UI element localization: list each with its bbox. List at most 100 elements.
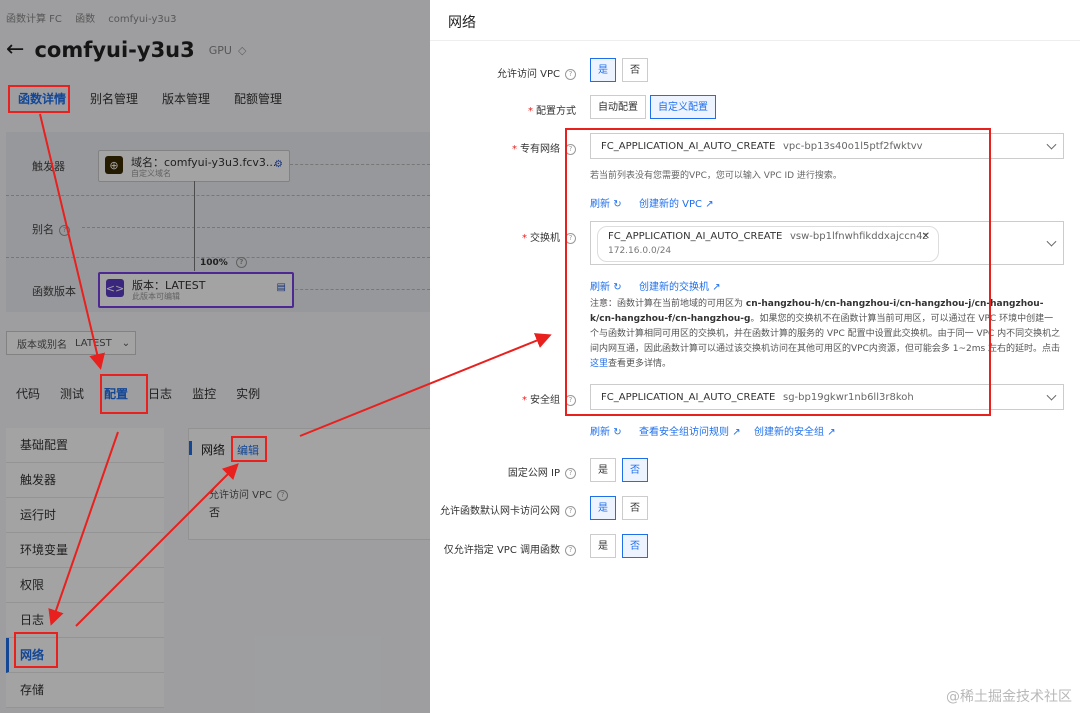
- vswitch-cidr: 172.16.0.0/24: [608, 246, 672, 256]
- tab-version-management[interactable]: 版本管理: [150, 84, 222, 114]
- vswitch-refresh-link[interactable]: 刷新 ↻: [590, 278, 622, 293]
- help-icon: ?: [565, 232, 576, 244]
- code-icon: <>: [106, 279, 124, 297]
- create-sg-link[interactable]: 创建新的安全组 ↗: [754, 423, 836, 438]
- back-arrow-icon[interactable]: ←: [6, 39, 24, 61]
- version-label: 函数版本: [32, 285, 76, 298]
- version-node[interactable]: <> 版本：LATEST 此版本可编辑 ▤: [98, 272, 294, 308]
- auto-config-button[interactable]: 自动配置: [590, 95, 646, 119]
- default-nic-yes-button[interactable]: 是: [590, 496, 616, 520]
- trigger-label: 触发器: [32, 160, 65, 173]
- custom-config-button[interactable]: 自定义配置: [650, 95, 716, 119]
- settings-icon[interactable]: ⚙: [274, 159, 283, 170]
- function-tabs: 函数详情 别名管理 版本管理 配额管理: [6, 84, 294, 114]
- tab-alias-management[interactable]: 别名管理: [78, 84, 150, 114]
- fixed-ip-label: 固定公网 IP?: [440, 464, 576, 479]
- refresh-icon: ↻: [613, 199, 622, 210]
- allow-vpc-yes-button[interactable]: 是: [590, 58, 616, 82]
- divider: [430, 40, 1080, 41]
- security-group-id: sg-bp19gkwr1nb6ll3r8koh: [783, 392, 914, 403]
- tab-quota-management[interactable]: 配额管理: [222, 84, 294, 114]
- page-title: comfyui-y3u3: [34, 38, 195, 62]
- divider: [290, 164, 430, 165]
- edit-link[interactable]: 编辑: [237, 442, 259, 458]
- divider: [290, 289, 430, 290]
- tab-function-details[interactable]: 函数详情: [6, 84, 78, 114]
- config-tabs: 代码 测试 配置 日志 监控 实例: [6, 380, 270, 408]
- fixed-ip-yes-button[interactable]: 是: [590, 458, 616, 482]
- breadcrumb-item[interactable]: 函数: [75, 14, 95, 25]
- create-vswitch-link[interactable]: 创建新的交换机 ↗: [639, 278, 721, 293]
- menu-item-runtime[interactable]: 运行时: [6, 498, 164, 533]
- drawer-title: 网络: [448, 15, 476, 31]
- tag-icon[interactable]: ◇: [238, 44, 246, 57]
- note-here-link[interactable]: 这里: [590, 359, 608, 369]
- vswitch-select[interactable]: FC_APPLICATION_AI_AUTO_CREATE vsw-bp1lfn…: [590, 221, 1064, 265]
- external-link-icon: ↗: [827, 427, 836, 438]
- security-group-name: FC_APPLICATION_AI_AUTO_CREATE: [601, 392, 776, 403]
- menu-item-network[interactable]: 网络: [6, 638, 164, 673]
- security-group-select[interactable]: FC_APPLICATION_AI_AUTO_CREATE sg-bp19gkw…: [590, 384, 1064, 410]
- vpc-refresh-link[interactable]: 刷新 ↻: [590, 195, 622, 210]
- divider: [82, 227, 430, 228]
- menu-item-env[interactable]: 环境变量: [6, 533, 164, 568]
- create-vpc-link[interactable]: 创建新的 VPC ↗: [639, 195, 714, 210]
- security-group-refresh-link[interactable]: 刷新 ↻: [590, 423, 622, 438]
- menu-item-basic[interactable]: 基础配置: [6, 428, 164, 463]
- gpu-tag: GPU: [208, 43, 232, 57]
- network-card-field-value: 否: [209, 506, 220, 519]
- allow-vpc-no-button[interactable]: 否: [622, 58, 648, 82]
- console-background: 函数计算 FC 函数 comfyui-y3u3 ← comfyui-y3u3 G…: [0, 0, 430, 713]
- refresh-icon: ↻: [613, 282, 622, 293]
- external-link-icon: ↗: [705, 199, 714, 210]
- help-icon: ?: [277, 489, 289, 501]
- tab-monitor[interactable]: 监控: [182, 380, 226, 408]
- card-accent: [189, 441, 192, 455]
- vpc-id: vpc-bp13s40o1l5ptf2fwktvv: [783, 141, 923, 152]
- divider: [6, 195, 430, 196]
- vpc-only-yes-button[interactable]: 是: [590, 534, 616, 558]
- vswitch-chip: FC_APPLICATION_AI_AUTO_CREATE vsw-bp1lfn…: [597, 226, 939, 262]
- vpc-select[interactable]: FC_APPLICATION_AI_AUTO_CREATE vpc-bp13s4…: [590, 133, 1064, 159]
- vswitch-name: FC_APPLICATION_AI_AUTO_CREATE: [608, 231, 783, 242]
- breadcrumb-item[interactable]: 函数计算 FC: [6, 14, 62, 25]
- connector-line: [194, 181, 195, 271]
- traffic-percent: 100% ?: [200, 257, 247, 268]
- allow-vpc-label: 允许访问 VPC?: [440, 65, 576, 80]
- network-drawer: 网络 允许访问 VPC? 是 否 * 配置方式 自动配置 自定义配置 * 专有网络?…: [430, 0, 1080, 713]
- breadcrumb-item: comfyui-y3u3: [108, 14, 177, 25]
- topology-panel: 触发器 别名? 函数版本 ⊕ 域名：comfyui-y3u3.fcv3... 自…: [6, 132, 430, 312]
- tab-code[interactable]: 代码: [6, 380, 50, 408]
- version-select-value: LATEST: [75, 337, 112, 349]
- help-icon: ?: [565, 467, 576, 479]
- help-icon: ?: [59, 224, 70, 236]
- tab-logs[interactable]: 日志: [138, 380, 182, 408]
- view-sg-rules-link[interactable]: 查看安全组访问规则 ↗: [639, 423, 741, 438]
- chevron-down-icon: [1046, 236, 1057, 247]
- tab-config[interactable]: 配置: [94, 380, 138, 408]
- config-side-menu: 基础配置 触发器 运行时 环境变量 权限 日志 网络 存储: [6, 428, 164, 708]
- alias-label: 别名?: [32, 221, 70, 237]
- help-icon: ?: [565, 544, 576, 556]
- security-group-label: * 安全组?: [440, 391, 576, 406]
- document-icon[interactable]: ▤: [277, 282, 286, 293]
- menu-item-trigger[interactable]: 触发器: [6, 463, 164, 498]
- default-nic-no-button[interactable]: 否: [622, 496, 648, 520]
- vpc-hint: 若当前列表没有您需要的VPC，您可以输入 VPC ID 进行搜索。: [590, 171, 842, 181]
- vswitch-id: vsw-bp1lfnwhfikddxajccn4z: [790, 231, 928, 242]
- version-alias-select[interactable]: 版本或别名 LATEST ⌄: [6, 331, 136, 355]
- vpc-only-no-button[interactable]: 否: [622, 534, 648, 558]
- watermark: @稀土掘金技术社区: [946, 689, 1072, 705]
- menu-item-storage[interactable]: 存储: [6, 673, 164, 708]
- close-icon[interactable]: ✕: [922, 231, 930, 242]
- menu-item-logs[interactable]: 日志: [6, 603, 164, 638]
- domain-node[interactable]: ⊕ 域名：comfyui-y3u3.fcv3... 自定义域名 ⚙: [98, 150, 290, 182]
- fixed-ip-no-button[interactable]: 否: [622, 458, 648, 482]
- default-nic-label: 允许函数默认网卡访问公网?: [440, 502, 576, 517]
- menu-item-permission[interactable]: 权限: [6, 568, 164, 603]
- version-node-sub: 此版本可编辑: [132, 292, 180, 301]
- vpc-name: FC_APPLICATION_AI_AUTO_CREATE: [601, 141, 776, 152]
- vpc-label: * 专有网络?: [440, 140, 576, 155]
- tab-test[interactable]: 测试: [50, 380, 94, 408]
- tab-instances[interactable]: 实例: [226, 380, 270, 408]
